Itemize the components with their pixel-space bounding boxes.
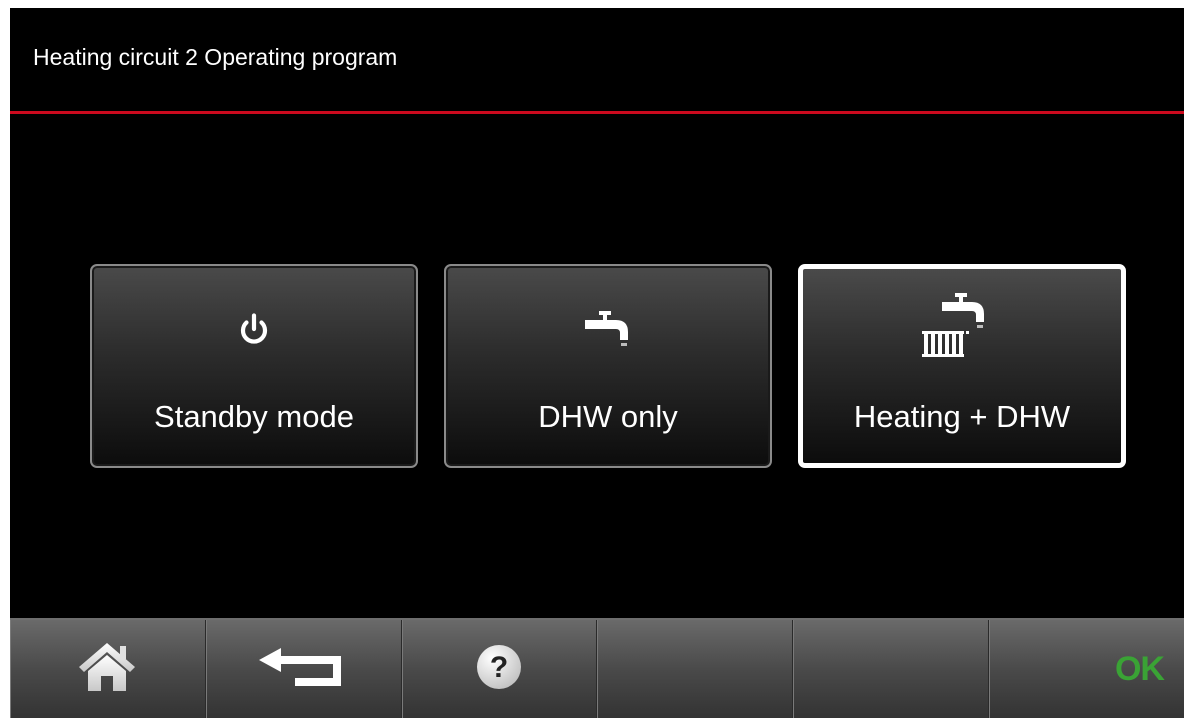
- empty-footer-button-2[interactable]: [793, 620, 990, 718]
- standby-mode-label: Standby mode: [154, 399, 354, 434]
- home-button[interactable]: [10, 620, 206, 718]
- tap-icon: [446, 306, 770, 356]
- dhw-only-button[interactable]: DHW only: [444, 264, 772, 468]
- ok-button[interactable]: OK: [989, 620, 1184, 718]
- back-button[interactable]: [206, 620, 402, 718]
- empty-footer-button-1[interactable]: [597, 620, 794, 718]
- screen: Heating circuit 2 Operating program Stan…: [10, 8, 1184, 718]
- footer-bar: ? OK: [10, 618, 1184, 718]
- heating-dhw-label: Heating + DHW: [853, 399, 1071, 434]
- help-icon: ?: [475, 643, 523, 696]
- header: Heating circuit 2 Operating program: [10, 8, 1184, 111]
- heating-dhw-button[interactable]: Heating + DHW: [798, 264, 1126, 468]
- dhw-only-label: DHW only: [538, 399, 678, 434]
- back-arrow-icon: [257, 642, 349, 697]
- standby-mode-button[interactable]: Standby mode: [90, 264, 418, 468]
- ok-label: OK: [1114, 650, 1165, 688]
- power-icon: [92, 306, 416, 356]
- radiator-tap-icon: [803, 293, 1121, 359]
- header-divider: [10, 111, 1184, 114]
- home-icon: [75, 639, 139, 700]
- help-button[interactable]: ?: [402, 620, 598, 718]
- svg-text:?: ?: [490, 651, 508, 684]
- page-title: Heating circuit 2 Operating program: [33, 44, 398, 70]
